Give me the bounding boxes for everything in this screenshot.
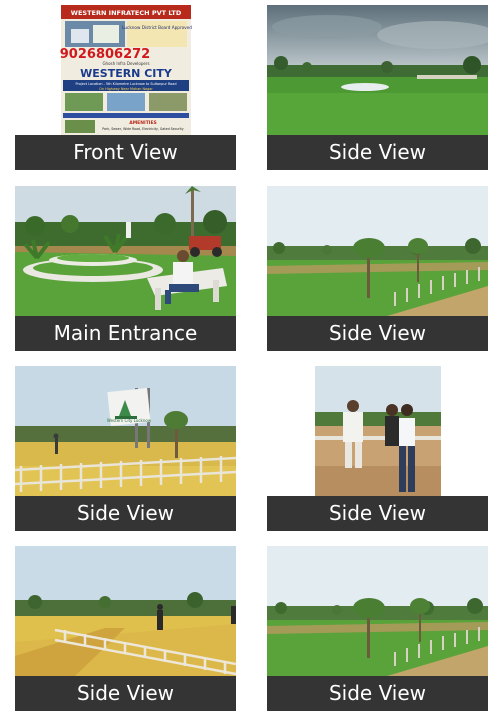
side-view-caption-2: Side View xyxy=(267,316,488,351)
poster-tagline: On Highway Near Mohan Nagar xyxy=(99,87,153,91)
poster-approval: Lucknow District Board Approved xyxy=(122,25,192,30)
gallery-item-side-view-4[interactable]: Side View xyxy=(267,366,488,531)
side-view-photo-2[interactable] xyxy=(267,186,488,316)
main-entrance-photo[interactable] xyxy=(15,186,236,316)
project-poster: WESTERN INFRATECH PVT LTD Lucknow Distri… xyxy=(60,5,192,135)
gallery-item-side-view-5[interactable]: Side View xyxy=(15,546,236,711)
side-view-photo-3[interactable]: Western City Lucknow xyxy=(15,366,236,496)
poster-brand: WESTERN INFRATECH PVT LTD xyxy=(71,9,182,17)
side-view-photo-4[interactable] xyxy=(267,366,488,496)
side-view-caption-5: Side View xyxy=(15,676,236,711)
gallery-item-side-view-6[interactable]: Side View xyxy=(267,546,488,711)
side-view-photo-1[interactable] xyxy=(267,5,488,135)
gallery-item-main-entrance[interactable]: Main Entrance xyxy=(15,186,236,351)
poster-location: Project Location - 5th Kilometre Lucknow… xyxy=(76,82,177,86)
poster-presents: Ghosh Infra Developers xyxy=(102,61,149,66)
gallery-item-front-view[interactable]: WESTERN INFRATECH PVT LTD Lucknow Distri… xyxy=(15,5,236,170)
side-view-caption-3: Side View xyxy=(15,496,236,531)
poster-project: WESTERN CITY xyxy=(80,67,173,80)
main-entrance-caption: Main Entrance xyxy=(15,316,236,351)
project-sign: Western City Lucknow xyxy=(107,418,152,423)
side-view-photo-6[interactable] xyxy=(267,546,488,676)
poster-amenities-title: AMENITIES xyxy=(129,120,157,126)
front-view-photo[interactable]: WESTERN INFRATECH PVT LTD Lucknow Distri… xyxy=(15,5,236,135)
gallery-item-side-view-2[interactable]: Side View xyxy=(267,186,488,351)
side-view-caption-6: Side View xyxy=(267,676,488,711)
front-view-caption: Front View xyxy=(15,135,236,170)
gallery-item-side-view-3[interactable]: Western City Lucknow Side View xyxy=(15,366,236,531)
side-view-caption-4: Side View xyxy=(267,496,488,531)
side-view-caption-1: Side View xyxy=(267,135,488,170)
side-view-photo-5[interactable] xyxy=(15,546,236,676)
poster-phone: 9026806272 xyxy=(60,47,150,62)
poster-amenities: Park, Sewer, Wide Road, Electricity, Gat… xyxy=(102,127,184,131)
gallery-item-side-view-1[interactable]: Side View xyxy=(267,5,488,170)
